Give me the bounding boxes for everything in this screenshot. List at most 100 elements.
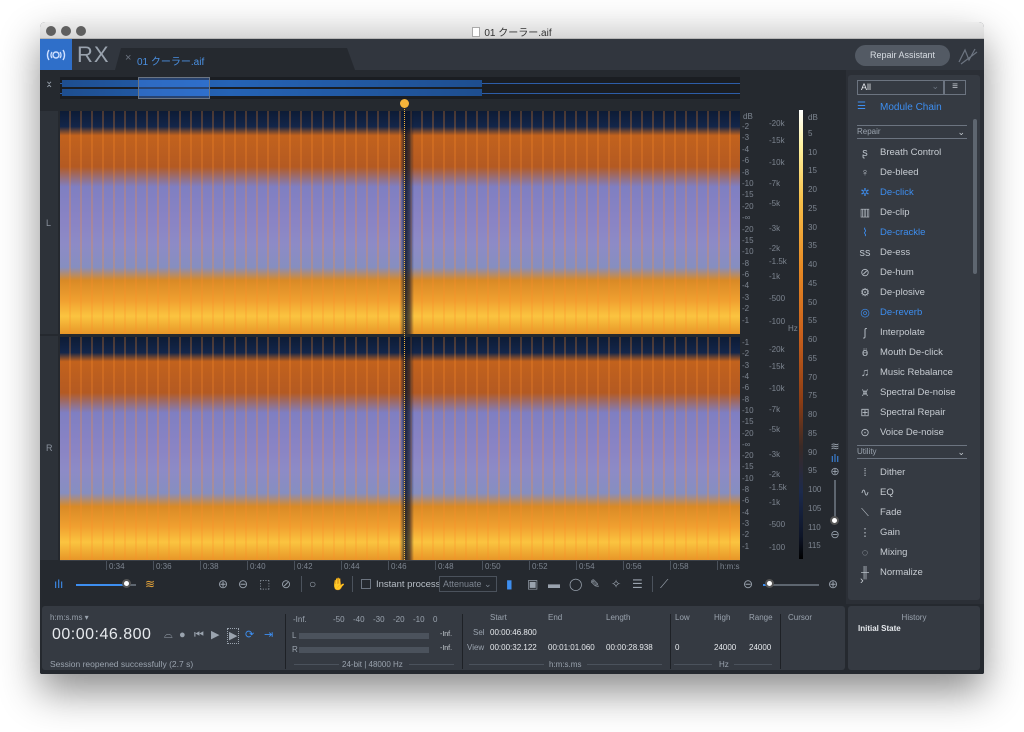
module-item-de-crackle[interactable]: ⌇ De-crackle bbox=[857, 224, 972, 242]
monitor-icon[interactable]: ⌓ bbox=[164, 628, 173, 642]
lasso-tool-icon[interactable]: ◯ bbox=[569, 577, 582, 591]
current-time: 00:00:46.800 bbox=[52, 626, 152, 643]
frequency-tick: -2k bbox=[769, 469, 781, 479]
time-format-dropdown[interactable]: h:m:s.ms ▾ bbox=[50, 613, 89, 622]
meter-tick: -20 bbox=[393, 615, 405, 624]
module-panel-scrollbar[interactable] bbox=[973, 119, 977, 274]
module-item-music-rebalance[interactable]: ♫ Music Rebalance bbox=[857, 364, 972, 382]
play-to-end-button[interactable]: ⇥ bbox=[264, 628, 273, 642]
utility-section-label: Utility bbox=[857, 447, 877, 456]
spectrogram-channel-r[interactable] bbox=[60, 337, 740, 560]
meter-tick: -40 bbox=[353, 615, 365, 624]
module-item-interpolate[interactable]: ʃ Interpolate bbox=[857, 324, 972, 342]
play-button[interactable]: ▶ bbox=[211, 628, 219, 642]
hand-tool-icon[interactable]: ✋ bbox=[331, 577, 346, 591]
module-item-de-click[interactable]: ✲ De-click bbox=[857, 184, 972, 202]
horizontal-zoom-in-icon[interactable]: ⊕ bbox=[828, 577, 838, 591]
module-item-spectral-de-noise[interactable]: ⩙ Spectral De-noise bbox=[857, 384, 972, 402]
expand-modules-icon[interactable]: › bbox=[860, 575, 864, 587]
module-item-gain[interactable]: ⋮ Gain bbox=[857, 524, 972, 542]
waveform-overview[interactable] bbox=[60, 77, 740, 99]
view-start-value[interactable]: 00:00:32.122 bbox=[490, 643, 537, 652]
channel-label-l[interactable]: L bbox=[46, 218, 51, 228]
sel-start-value[interactable]: 00:00:46.800 bbox=[490, 628, 537, 637]
spectrogram-settings-icon[interactable]: ≋ bbox=[824, 440, 846, 453]
range-value[interactable]: 24000 bbox=[749, 643, 771, 652]
history-item[interactable]: Initial State bbox=[858, 624, 901, 633]
spectrogram-view-icon[interactable]: ≋ bbox=[145, 577, 155, 591]
module-item-de-bleed[interactable]: ♀ De-bleed bbox=[857, 164, 972, 182]
module-item-eq[interactable]: ∿ EQ bbox=[857, 484, 972, 502]
channel-label-r[interactable]: R bbox=[46, 443, 53, 453]
time-selection-tool-icon[interactable]: ▮ bbox=[506, 577, 513, 591]
waveform-view-icon[interactable]: ılı bbox=[54, 577, 63, 591]
find-similar-icon[interactable]: ⟋ bbox=[660, 577, 668, 591]
module-item-breath-control[interactable]: ʂ Breath Control bbox=[857, 144, 972, 162]
db-tick: -∞ bbox=[742, 439, 751, 449]
zoom-in-icon[interactable]: ⊕ bbox=[218, 577, 228, 591]
horizontal-zoom-knob[interactable] bbox=[764, 579, 774, 588]
history-panel: History Initial State bbox=[848, 606, 980, 670]
colorbar-tick: 55 bbox=[808, 316, 817, 326]
zoom-out-icon[interactable]: ⊖ bbox=[238, 577, 248, 591]
dither-icon: ⁞ bbox=[863, 467, 867, 479]
module-chain-button[interactable]: ☰ Module Chain bbox=[857, 101, 967, 117]
harmonic-selection-icon[interactable]: ☰ bbox=[632, 577, 643, 591]
go-to-start-button[interactable]: ⏮ bbox=[194, 628, 204, 642]
view-end-value[interactable]: 00:01:01.060 bbox=[548, 643, 595, 652]
vertical-zoom-in-icon[interactable]: ⊕ bbox=[824, 465, 846, 478]
playhead[interactable] bbox=[404, 103, 405, 560]
zoom-selection-icon[interactable]: ⬚ bbox=[259, 577, 270, 591]
time-frequency-selection-icon[interactable]: ▣ bbox=[527, 577, 538, 591]
signal-flow-icon[interactable] bbox=[957, 46, 979, 66]
repair-section-header[interactable]: Repair ⌄ bbox=[857, 125, 967, 139]
module-item-fade[interactable]: ⟍ Fade bbox=[857, 504, 972, 522]
high-value[interactable]: 24000 bbox=[714, 643, 736, 652]
spectrogram-channel-l[interactable] bbox=[60, 111, 740, 334]
vertical-zoom-out-icon[interactable]: ⊖ bbox=[824, 528, 846, 541]
module-item-de-hum[interactable]: ⊘ De-hum bbox=[857, 264, 972, 282]
zoom-fit-icon[interactable]: ⊘ bbox=[281, 577, 291, 591]
brush-tool-icon[interactable]: ✎ bbox=[590, 577, 600, 591]
instant-process-checkbox[interactable] bbox=[361, 579, 371, 589]
process-mode-dropdown[interactable]: Attenuate ⌄ bbox=[439, 576, 497, 592]
zoom-tool-icon[interactable]: ○ bbox=[309, 577, 316, 591]
vertical-zoom-slider[interactable] bbox=[824, 478, 846, 528]
db-tick: -4 bbox=[742, 144, 750, 154]
play-selection-button[interactable]: ▶ bbox=[227, 628, 240, 644]
db-tick: -20 bbox=[742, 428, 754, 438]
view-length-value[interactable]: 00:00:28.938 bbox=[606, 643, 653, 652]
blend-slider-knob[interactable] bbox=[122, 579, 131, 588]
module-item-de-plosive[interactable]: ⚙ De-plosive bbox=[857, 284, 972, 302]
module-item-mixing[interactable]: ◌ Mixing bbox=[857, 544, 972, 562]
db-scale: dB -2 -3 -4 -6 -8 -10 -15 -20 -∞ -20 -15 -10 -8 -6 -4-… bbox=[741, 110, 771, 559]
module-item-de-clip[interactable]: ▥ De-clip bbox=[857, 204, 972, 222]
spectrogram[interactable]: L R bbox=[40, 99, 740, 560]
record-button[interactable]: ● bbox=[179, 628, 186, 642]
loop-button[interactable]: ⟳ bbox=[245, 628, 254, 642]
playhead-handle[interactable] bbox=[400, 99, 409, 108]
utility-section-header[interactable]: Utility ⌄ bbox=[857, 445, 967, 459]
low-value[interactable]: 0 bbox=[675, 643, 679, 652]
frequency-tick: -7k bbox=[769, 405, 781, 415]
collapse-overview-icon[interactable]: ⌄ ⌃ bbox=[45, 77, 53, 95]
overview-view-region[interactable] bbox=[138, 77, 210, 99]
waveform-settings-icon[interactable]: ılı bbox=[824, 453, 846, 465]
module-filter-dropdown[interactable]: All ⌄ bbox=[857, 80, 944, 95]
horizontal-zoom-out-icon[interactable]: ⊖ bbox=[743, 577, 753, 591]
module-item-spectral-repair[interactable]: ⊞ Spectral Repair bbox=[857, 404, 972, 422]
module-label: De-crackle bbox=[880, 227, 926, 238]
interpolate-icon: ʃ bbox=[863, 327, 867, 339]
file-tab[interactable]: × 01 クーラー.aif bbox=[115, 48, 355, 70]
module-item-de-ess[interactable]: ss De-ess bbox=[857, 244, 972, 262]
close-tab-icon[interactable]: × bbox=[125, 52, 131, 64]
repair-assistant-button[interactable]: Repair Assistant bbox=[855, 45, 950, 66]
frequency-selection-icon[interactable]: ▬ bbox=[548, 577, 560, 591]
module-menu-icon[interactable]: ≡ bbox=[944, 80, 966, 95]
module-item-de-reverb[interactable]: ◎ De-reverb bbox=[857, 304, 972, 322]
module-item-normalize[interactable]: ╫ Normalize bbox=[857, 564, 972, 582]
module-item-dither[interactable]: ⁞ Dither bbox=[857, 464, 972, 482]
module-item-mouth-de-click[interactable]: ӫ Mouth De-click bbox=[857, 344, 972, 362]
magic-wand-icon[interactable]: ✧ bbox=[611, 577, 621, 591]
module-item-voice-de-noise[interactable]: ⊙ Voice De-noise bbox=[857, 424, 972, 442]
